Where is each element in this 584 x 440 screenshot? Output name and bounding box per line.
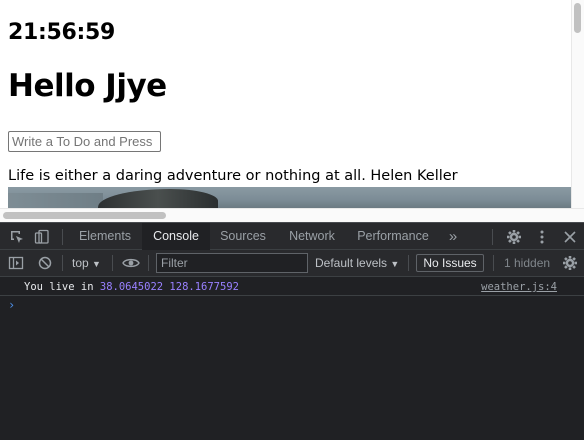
filter-input[interactable]: Filter <box>156 253 308 273</box>
kebab-menu-icon[interactable] <box>533 228 551 246</box>
horizontal-scroll-thumb[interactable] <box>3 212 166 219</box>
tab-separator <box>62 229 63 245</box>
todo-input[interactable] <box>8 131 161 152</box>
inspect-element-icon[interactable] <box>8 228 26 246</box>
tab-separator <box>492 229 493 245</box>
tab-console[interactable]: Console <box>142 223 210 250</box>
prompt-chevron-icon: › <box>8 298 16 312</box>
toolbar-separator <box>112 255 113 271</box>
console-settings-icon[interactable] <box>561 254 579 272</box>
eye-icon[interactable] <box>122 254 140 272</box>
source-link[interactable]: weather.js:4 <box>481 281 557 293</box>
background-sea <box>8 193 103 208</box>
devtools-panel: Elements Console Sources Network Perform… <box>0 222 584 440</box>
device-toggle-icon[interactable] <box>33 228 51 246</box>
clock: 21:56:59 <box>8 20 116 45</box>
horizontal-scrollbar[interactable] <box>0 208 584 222</box>
console-message-text: You live in 38.0645022 128.1677592 <box>24 281 239 293</box>
vertical-scroll-thumb[interactable] <box>574 3 581 33</box>
context-label: top <box>72 256 89 270</box>
devtools-tabbar: Elements Console Sources Network Perform… <box>0 222 584 250</box>
toolbar-separator <box>493 255 494 271</box>
message-prefix: You live in <box>24 281 94 293</box>
sidebar-toggle-icon[interactable] <box>7 254 25 272</box>
settings-gear-icon[interactable] <box>505 228 523 246</box>
page-viewport: 21:56:59 Hello Jjye Life is either a dar… <box>0 0 584 222</box>
log-levels-dropdown[interactable]: Default levels ▼ <box>315 256 399 270</box>
quote: Life is either a daring adventure or not… <box>8 168 458 184</box>
console-prompt[interactable]: › <box>0 297 584 315</box>
background-image <box>8 187 571 208</box>
toolbar-separator <box>148 255 149 271</box>
clear-console-icon[interactable] <box>36 254 54 272</box>
console-message: You live in 38.0645022 128.1677592 weath… <box>0 278 584 296</box>
more-tabs-button[interactable]: » <box>440 223 466 250</box>
chevron-down-icon: ▼ <box>92 259 101 269</box>
longitude-value: 128.1677592 <box>169 281 239 293</box>
tab-performance[interactable]: Performance <box>350 223 436 250</box>
tab-elements[interactable]: Elements <box>70 223 140 250</box>
tab-sources[interactable]: Sources <box>212 223 274 250</box>
toolbar-separator <box>408 255 409 271</box>
latitude-value: 38.0645022 <box>99 281 164 293</box>
chevron-down-icon: ▼ <box>390 259 400 269</box>
close-icon[interactable] <box>561 228 579 246</box>
greeting: Hello Jjye <box>8 68 167 104</box>
hidden-count: 1 hidden <box>504 256 551 270</box>
context-selector[interactable]: top ▼ <box>72 256 101 270</box>
vertical-scrollbar[interactable] <box>571 0 584 208</box>
tab-network[interactable]: Network <box>280 223 344 250</box>
issues-button[interactable]: No Issues <box>416 254 484 272</box>
toolbar-separator <box>62 255 63 271</box>
background-rock <box>98 189 218 208</box>
console-toolbar: top ▼ Filter Default levels ▼ No Issues … <box>0 250 584 277</box>
log-levels-label: Default levels <box>315 256 388 270</box>
